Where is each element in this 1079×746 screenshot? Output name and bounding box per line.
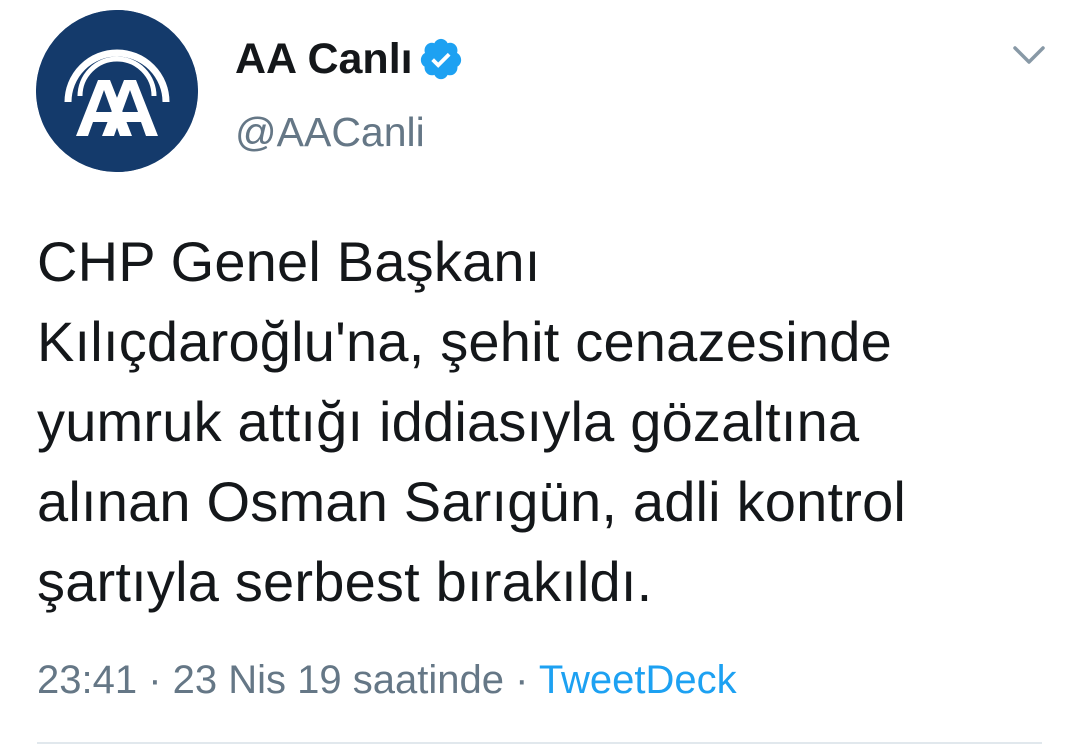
chevron-down-icon[interactable] (1009, 40, 1049, 70)
tweet-detail: AA Canlı @AACanli CHP Genel Başkanı Kılı… (0, 0, 1079, 746)
tweet-text-line: Kılıçdaroğlu'na, şehit cenazesinde (37, 310, 892, 373)
tweet-source-link[interactable]: TweetDeck (539, 658, 737, 702)
tweet-text-line: alınan Osman Sarıgün, adli kontrol (37, 470, 907, 533)
divider (37, 742, 1042, 744)
tweet-metadata: 23:41 · 23 Nis 19 saatinde · TweetDeck (37, 656, 737, 704)
tweet-time[interactable]: 23:41 (37, 658, 137, 702)
separator-dot: · (503, 658, 539, 702)
tweet-text-line: yumruk attığı iddiasıyla gözaltına (37, 390, 860, 453)
user-handle[interactable]: @AACanli (235, 108, 425, 156)
tweet-text-line: şartıyla serbest bırakıldı. (37, 550, 653, 613)
verified-badge-icon (420, 38, 462, 80)
tweet-date[interactable]: 23 Nis 19 saatinde (173, 658, 504, 702)
tweet-text: CHP Genel Başkanı Kılıçdaroğlu'na, şehit… (37, 222, 1047, 622)
tweet-text-line: CHP Genel Başkanı (37, 230, 541, 293)
separator-dot: · (137, 658, 173, 702)
display-name[interactable]: AA Canlı (235, 34, 413, 84)
avatar[interactable] (36, 10, 198, 172)
aa-logo-icon (36, 10, 198, 172)
